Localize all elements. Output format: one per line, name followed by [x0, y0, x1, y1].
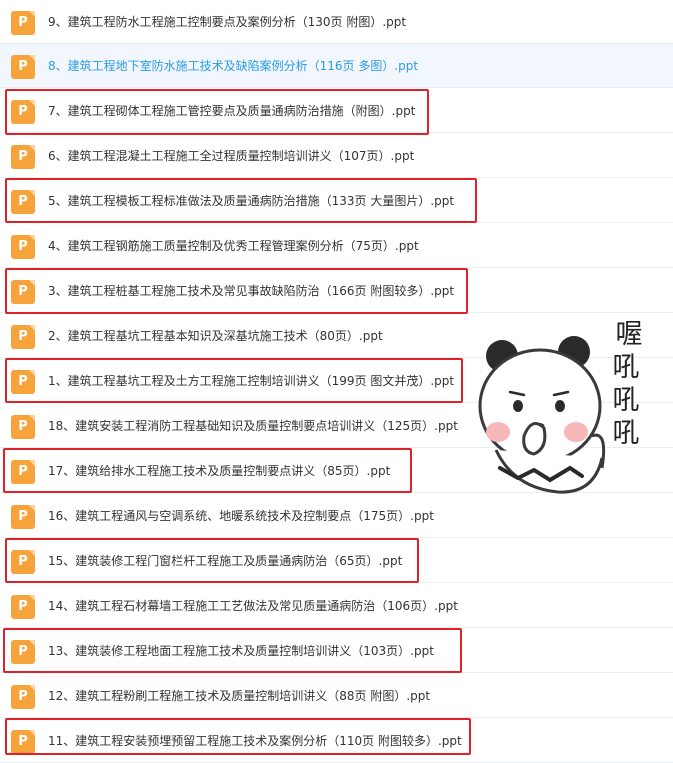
- ppt-file-icon: P: [11, 100, 35, 124]
- ppt-file-icon: P: [11, 595, 35, 619]
- file-row[interactable]: P 15、建筑装修工程门窗栏杆工程施工及质量通病防治（65页）.ppt: [0, 539, 673, 583]
- ppt-file-icon: P: [11, 55, 35, 79]
- file-name[interactable]: 8、建筑工程地下室防水施工技术及缺陷案例分析（116页 多图）.ppt: [48, 56, 418, 76]
- file-row[interactable]: P 7、建筑工程砌体工程施工管控要点及质量通病防治措施（附图）.ppt: [0, 89, 673, 133]
- sticker-text-line: 吼: [612, 385, 640, 416]
- file-name[interactable]: 17、建筑给排水工程施工技术及质量控制要点讲义（85页）.ppt: [48, 461, 390, 481]
- ppt-file-icon: P: [11, 370, 35, 394]
- file-name[interactable]: 1、建筑工程基坑工程及土方工程施工控制培训讲义（199页 图文并茂）.ppt: [48, 371, 454, 391]
- ppt-file-icon: P: [11, 280, 35, 304]
- sticker-text: 喔 吼 吼 吼: [602, 318, 656, 450]
- file-row[interactable]: P 16、建筑工程通风与空调系统、地暖系统技术及控制要点（175页）.ppt: [0, 494, 673, 538]
- ppt-file-icon: P: [11, 415, 35, 439]
- panda-body: [494, 449, 604, 494]
- file-row[interactable]: P 3、建筑工程桩基工程施工技术及常见事故缺陷防治（166页 附图较多）.ppt: [0, 269, 673, 313]
- file-row[interactable]: P 8、建筑工程地下室防水施工技术及缺陷案例分析（116页 多图）.ppt: [0, 44, 673, 88]
- ppt-file-icon: P: [11, 11, 35, 35]
- ppt-file-icon: P: [11, 325, 35, 349]
- file-name[interactable]: 9、建筑工程防水工程施工控制要点及案例分析（130页 附图）.ppt: [48, 12, 406, 32]
- file-row[interactable]: P 4、建筑工程钢筋施工质量控制及优秀工程管理案例分析（75页）.ppt: [0, 224, 673, 268]
- panda-blush-left: [486, 422, 510, 442]
- panda-sticker: 喔 吼 吼 吼: [474, 318, 664, 496]
- file-name[interactable]: 2、建筑工程基坑工程基本知识及深基坑施工技术（80页）.ppt: [48, 326, 383, 346]
- file-row[interactable]: P 6、建筑工程混凝土工程施工全过程质量控制培训讲义（107页）.ppt: [0, 134, 673, 178]
- sticker-text-line: 喔: [615, 319, 643, 350]
- file-name[interactable]: 14、建筑工程石材幕墙工程施工工艺做法及常见质量通病防治（106页）.ppt: [48, 596, 458, 616]
- file-name[interactable]: 4、建筑工程钢筋施工质量控制及优秀工程管理案例分析（75页）.ppt: [48, 236, 419, 256]
- ppt-file-icon: P: [11, 550, 35, 574]
- sticker-text-line: 吼: [612, 352, 640, 383]
- file-row[interactable]: P 12、建筑工程粉刷工程施工技术及质量控制培训讲义（88页 附图）.ppt: [0, 674, 673, 718]
- sticker-text-line: 吼: [612, 418, 640, 449]
- file-name[interactable]: 6、建筑工程混凝土工程施工全过程质量控制培训讲义（107页）.ppt: [48, 146, 414, 166]
- file-name[interactable]: 5、建筑工程模板工程标准做法及质量通病防治措施（133页 大量图片）.ppt: [48, 191, 454, 211]
- ppt-file-icon: P: [11, 685, 35, 709]
- file-row[interactable]: P 9、建筑工程防水工程施工控制要点及案例分析（130页 附图）.ppt: [0, 0, 673, 44]
- file-name[interactable]: 3、建筑工程桩基工程施工技术及常见事故缺陷防治（166页 附图较多）.ppt: [48, 281, 454, 301]
- ppt-file-icon: P: [11, 145, 35, 169]
- panda-eye-left: [513, 400, 523, 412]
- panda-blush-right: [564, 422, 588, 442]
- ppt-file-icon: P: [11, 460, 35, 484]
- file-name[interactable]: 7、建筑工程砌体工程施工管控要点及质量通病防治措施（附图）.ppt: [48, 101, 415, 121]
- file-name[interactable]: 11、建筑工程安装预埋预留工程施工技术及案例分析（110页 附图较多）.ppt: [48, 731, 462, 751]
- file-name[interactable]: 13、建筑装修工程地面工程施工技术及质量控制培训讲义（103页）.ppt: [48, 641, 434, 661]
- ppt-file-icon: P: [11, 235, 35, 259]
- file-row[interactable]: P 5、建筑工程模板工程标准做法及质量通病防治措施（133页 大量图片）.ppt: [0, 179, 673, 223]
- ppt-file-icon: P: [11, 505, 35, 529]
- file-name[interactable]: 18、建筑安装工程消防工程基础知识及质量控制要点培训讲义（125页）.ppt: [48, 416, 458, 436]
- file-name[interactable]: 16、建筑工程通风与空调系统、地暖系统技术及控制要点（175页）.ppt: [48, 506, 434, 526]
- ppt-file-icon: P: [11, 190, 35, 214]
- file-row[interactable]: P 13、建筑装修工程地面工程施工技术及质量控制培训讲义（103页）.ppt: [0, 629, 673, 673]
- file-name[interactable]: 15、建筑装修工程门窗栏杆工程施工及质量通病防治（65页）.ppt: [48, 551, 402, 571]
- file-row[interactable]: P 11、建筑工程安装预埋预留工程施工技术及案例分析（110页 附图较多）.pp…: [0, 719, 673, 763]
- ppt-file-icon: P: [11, 640, 35, 664]
- ppt-file-icon: P: [11, 730, 35, 754]
- file-name[interactable]: 12、建筑工程粉刷工程施工技术及质量控制培训讲义（88页 附图）.ppt: [48, 686, 430, 706]
- panda-hand: [522, 422, 547, 456]
- panda-eye-right: [555, 400, 565, 412]
- file-row[interactable]: P 14、建筑工程石材幕墙工程施工工艺做法及常见质量通病防治（106页）.ppt: [0, 584, 673, 628]
